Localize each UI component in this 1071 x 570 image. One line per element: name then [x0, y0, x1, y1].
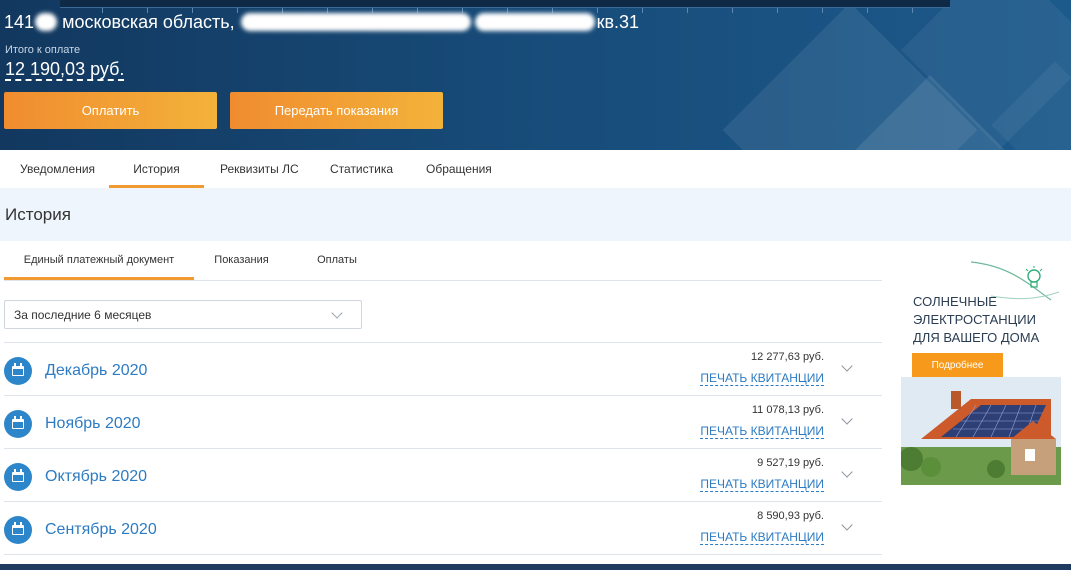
solar-ad-banner[interactable]: СОЛНЕЧНЫЕ ЭЛЕКТРОСТАНЦИИ ДЛЯ ВАШЕГО ДОМА…: [901, 256, 1061, 485]
submit-readings-button[interactable]: Передать показания: [230, 92, 443, 129]
account-header: 141 московская область, кв.31 Итого к опл…: [0, 0, 1071, 150]
print-receipt-link[interactable]: ПЕЧАТЬ КВИТАНЦИИ: [700, 424, 824, 439]
period-select-value: За последние 6 месяцев: [14, 308, 152, 322]
history-list: Декабрь 2020 12 277,63 руб. ПЕЧАТЬ КВИТА…: [4, 342, 882, 555]
ad-title-line: ДЛЯ ВАШЕГО ДОМА: [913, 330, 1040, 345]
print-receipt-link[interactable]: ПЕЧАТЬ КВИТАНЦИИ: [700, 371, 824, 386]
address-prefix: 141: [4, 12, 35, 32]
top-toolbar-strip: [60, 0, 950, 13]
month-amount: 11 078,13 руб.: [751, 404, 824, 416]
print-receipt-link[interactable]: ПЕЧАТЬ КВИТАНЦИИ: [700, 477, 824, 492]
ad-title-line: СОЛНЕЧНЫЕ: [913, 294, 997, 309]
total-label: Итого к оплате: [5, 44, 81, 56]
calendar-icon: [4, 357, 32, 385]
list-item[interactable]: Октябрь 2020 9 527,19 руб. ПЕЧАТЬ КВИТАН…: [4, 448, 882, 501]
page-title: История: [5, 205, 71, 224]
section-header: История: [0, 188, 1071, 241]
ad-more-button[interactable]: Подробнее: [912, 353, 1003, 378]
total-amount[interactable]: 12 190,03 руб.: [5, 59, 125, 81]
pay-button[interactable]: Оплатить: [4, 92, 217, 129]
taskbar-strip: [0, 564, 1071, 570]
calendar-icon: [4, 463, 32, 491]
solar-house-image: [901, 377, 1061, 485]
history-subtabs: Единый платежный документ Показания Опла…: [4, 241, 882, 281]
subtab-payments[interactable]: Оплаты: [304, 241, 370, 279]
redacted-block: [240, 13, 471, 31]
month-title[interactable]: Ноябрь 2020: [45, 415, 141, 433]
month-title[interactable]: Сентябрь 2020: [45, 521, 157, 539]
redacted-block: [35, 13, 58, 31]
ad-title: СОЛНЕЧНЫЕ ЭЛЕКТРОСТАНЦИИ ДЛЯ ВАШЕГО ДОМА: [913, 293, 1061, 347]
calendar-icon: [4, 410, 32, 438]
tab-requisites[interactable]: Реквизиты ЛС: [220, 150, 299, 188]
address-suffix: кв.31: [596, 12, 640, 32]
chevron-down-icon[interactable]: [841, 466, 853, 478]
chevron-down-icon[interactable]: [841, 360, 853, 372]
tab-requests[interactable]: Обращения: [426, 150, 492, 188]
subtab-payment-document[interactable]: Единый платежный документ: [4, 241, 194, 280]
tab-statistics[interactable]: Статистика: [330, 150, 393, 188]
print-receipt-link[interactable]: ПЕЧАТЬ КВИТАНЦИИ: [700, 530, 824, 545]
period-select[interactable]: За последние 6 месяцев: [4, 300, 362, 329]
tab-notifications[interactable]: Уведомления: [20, 150, 95, 188]
chevron-down-icon[interactable]: [841, 519, 853, 531]
tab-history[interactable]: История: [109, 150, 204, 188]
month-amount: 12 277,63 руб.: [751, 351, 824, 363]
month-amount: 9 527,19 руб.: [757, 457, 824, 469]
calendar-icon: [4, 516, 32, 544]
address-region: московская область,: [62, 12, 235, 32]
month-amount: 8 590,93 руб.: [757, 510, 824, 522]
main-tabs: Уведомления История Реквизиты ЛС Статист…: [0, 150, 1071, 188]
month-title[interactable]: Октябрь 2020: [45, 468, 147, 486]
chevron-down-icon: [331, 307, 343, 319]
list-item[interactable]: Декабрь 2020 12 277,63 руб. ПЕЧАТЬ КВИТА…: [4, 342, 882, 395]
lightbulb-icon: [1025, 266, 1043, 288]
chevron-down-icon[interactable]: [841, 413, 853, 425]
ad-title-line: ЭЛЕКТРОСТАНЦИИ: [913, 312, 1036, 327]
month-title[interactable]: Декабрь 2020: [45, 362, 147, 380]
redacted-block: [474, 13, 595, 31]
list-item[interactable]: Сентябрь 2020 8 590,93 руб. ПЕЧАТЬ КВИТА…: [4, 501, 882, 555]
account-address: 141 московская область, кв.31: [4, 12, 639, 33]
subtab-readings[interactable]: Показания: [204, 241, 279, 279]
list-item[interactable]: Ноябрь 2020 11 078,13 руб. ПЕЧАТЬ КВИТАН…: [4, 395, 882, 448]
